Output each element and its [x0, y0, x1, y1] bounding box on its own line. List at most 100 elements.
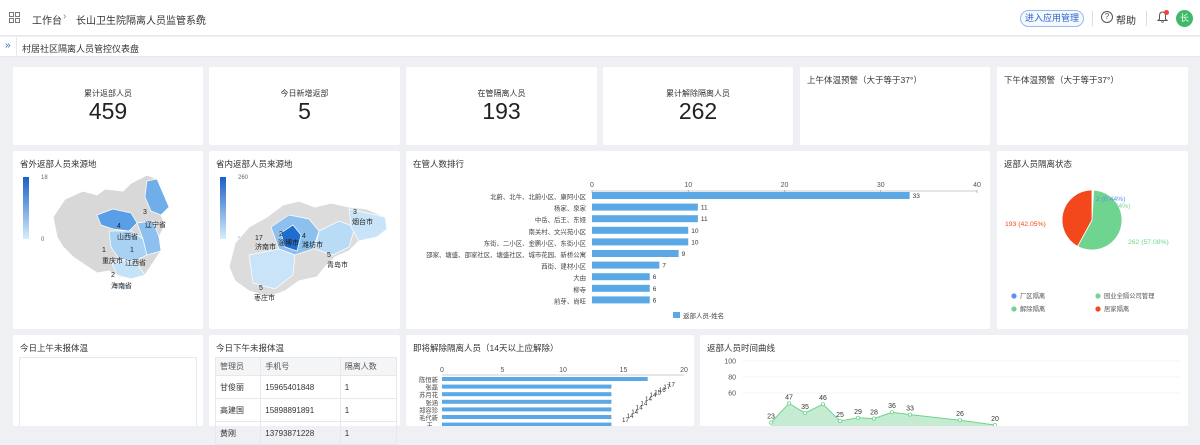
- table-header-row: 管理员 手机号 隔离人数: [214, 357, 398, 376]
- enter-app-management-button[interactable]: 进入应用管理: [1020, 10, 1084, 27]
- slice-label: 2 (0.44%): [1096, 196, 1125, 203]
- map-card-out-of-province: 省外返部人员来源地 18 0 3 辽宁省 4 山西省 1 重庆市 1 江西省 2…: [13, 151, 203, 329]
- chevron-right-icon: ›: [63, 11, 67, 22]
- expand-sidebar-icon[interactable]: »: [5, 40, 11, 51]
- column-header[interactable]: 隔离人数: [339, 357, 398, 376]
- table-cell: 13793871228: [260, 421, 341, 445]
- stat-value: 193: [482, 98, 521, 124]
- avatar[interactable]: 长: [1176, 10, 1193, 27]
- map-label-name: 青岛市: [327, 260, 348, 269]
- ranking-card: 在管人数排行 0 10 20 30 40 北蔚、北牛、北蔚小区、康阿小区 33 杨家、泉家 11…: [406, 151, 990, 329]
- y-tick-label: 80: [728, 375, 736, 382]
- bar: [592, 296, 650, 304]
- map-label-num: 1: [130, 247, 134, 254]
- legend-swatch: [1011, 306, 1017, 312]
- bar: [592, 215, 698, 223]
- scale-min-label: 0: [41, 237, 45, 243]
- card-title: 上午体温预警（大于等于37°）: [807, 75, 922, 85]
- map-label-num: 3: [143, 209, 147, 216]
- x-tick-label: 0: [440, 367, 444, 374]
- bar: [442, 399, 612, 404]
- data-point: [855, 415, 860, 420]
- table-cell: 甘俊丽: [214, 375, 262, 399]
- chevron-down-icon[interactable]: ▾: [198, 12, 202, 21]
- map-label-num: 2: [279, 231, 283, 238]
- column-header[interactable]: 管理员: [214, 357, 262, 376]
- data-point: [837, 419, 842, 424]
- legend-label: 厂区隔离: [1020, 291, 1045, 300]
- table-row[interactable]: 黄刚 13793871228 1: [214, 421, 398, 445]
- bar: [592, 284, 650, 292]
- x-tick-label: 40: [973, 182, 981, 189]
- tab-dashboard[interactable]: 村居社区隔离人员管控仪表盘: [22, 42, 139, 55]
- data-point: [907, 412, 912, 417]
- data-label: 35: [801, 404, 809, 411]
- map-label-name: 枣庄市: [254, 293, 275, 302]
- data-point: [957, 418, 962, 423]
- help-icon[interactable]: ?: [1101, 11, 1113, 23]
- map-label-name: 江西省: [125, 258, 146, 267]
- bar: [442, 384, 612, 389]
- data-label: 28: [870, 410, 878, 417]
- tab-bar: » 村居社区隔离人员管控仪表盘: [0, 37, 1200, 57]
- data-point: [803, 411, 808, 416]
- category-label: 张磊: [425, 383, 438, 392]
- x-tick-label: 10: [684, 182, 692, 189]
- category-label: 张涵: [425, 398, 438, 407]
- category-label: 前芽、尚旺: [554, 296, 587, 305]
- category-label: 柳寺: [573, 285, 586, 294]
- table-cell: 高建国: [214, 398, 262, 422]
- scale-max-label: 18: [41, 175, 48, 181]
- map-label-num: 3: [353, 209, 357, 216]
- category-label: 中岳、后王、东娅: [535, 215, 587, 224]
- table-row[interactable]: 高建国 15898891891 1: [214, 398, 398, 422]
- map-label-num: 4: [117, 223, 121, 230]
- data-label: 26: [956, 411, 964, 418]
- top-bar: 工作台 › 长山卫生院隔离人员监管系统 ▾ 进入应用管理 ? 帮助 长: [0, 0, 1200, 36]
- pm-unreported-card: 今日下午未报体温 管理员 手机号 隔离人数 甘俊丽 15965401848 1 …: [209, 335, 400, 445]
- category-label: 陈恒新: [419, 375, 439, 384]
- system-name[interactable]: 长山卫生院隔离人员监管系统: [76, 12, 206, 27]
- bar-value-label: 10: [691, 239, 699, 246]
- app-grid-icon[interactable]: [9, 12, 20, 23]
- bar-value-label: 6: [653, 297, 657, 304]
- x-tick-label: 5: [501, 367, 505, 374]
- am-unreported-card: 今日上午未报体温: [13, 335, 203, 426]
- legend-swatch: [1095, 306, 1101, 312]
- y-tick-label: 60: [728, 391, 736, 398]
- ranking-bar-chart: 0 10 20 30 40 北蔚、北牛、北蔚小区、康阿小区 33 杨家、泉家 11 中岳、后王、东…: [426, 182, 981, 320]
- time-curve-card: 返部人员时间曲线 100 80 60 23 47 35 46 25 29 28 36 33 26 20: [700, 335, 1188, 426]
- category-label: 西街、建材小区: [541, 262, 586, 271]
- help-link[interactable]: 帮助: [1116, 12, 1136, 27]
- legend-swatch: [1095, 293, 1101, 299]
- data-label: 36: [888, 403, 896, 410]
- stat-card-total-returned: 累计返部人员 459: [13, 67, 203, 145]
- bar: [592, 261, 660, 269]
- y-tick-label: 100: [724, 359, 736, 366]
- table-cell: 15965401848: [260, 375, 341, 399]
- table-row[interactable]: 甘俊丽 15965401848 1: [214, 375, 398, 399]
- map-label-name: 山西省: [117, 232, 138, 241]
- slice-label: 193 (42.05%): [1005, 221, 1046, 228]
- map-card-in-province: 省内返部人员来源地 260 0 17 济南市 2 淄博市 4 潍坊市 3 烟台市…: [209, 151, 400, 329]
- stat-card-in-quarantine: 在管隔离人员 193: [406, 67, 597, 145]
- column-header[interactable]: 手机号: [260, 357, 341, 376]
- x-tick-label: 20: [781, 182, 789, 189]
- divider: [1146, 11, 1147, 26]
- category-label: 南关村、文兴苑小区: [528, 227, 586, 236]
- stat-value: 5: [298, 98, 311, 124]
- map-label-name: 济南市: [255, 242, 276, 251]
- data-point: [871, 416, 876, 421]
- map-label-num: 17: [255, 235, 263, 242]
- am-temperature-warning-card: 上午体温预警（大于等于37°）: [800, 67, 990, 145]
- bar: [592, 250, 679, 257]
- bar: [592, 238, 689, 246]
- map-label-name: 烟台市: [352, 217, 373, 226]
- data-label: 20: [991, 416, 999, 423]
- notification-dot: [1164, 10, 1169, 15]
- divider: [1092, 11, 1093, 26]
- table-cell: 黄刚: [214, 421, 262, 445]
- stat-card-new-today: 今日新增返部 5: [209, 67, 400, 145]
- bar-value-label: 11: [701, 205, 708, 212]
- workspace-link[interactable]: 工作台: [32, 12, 62, 27]
